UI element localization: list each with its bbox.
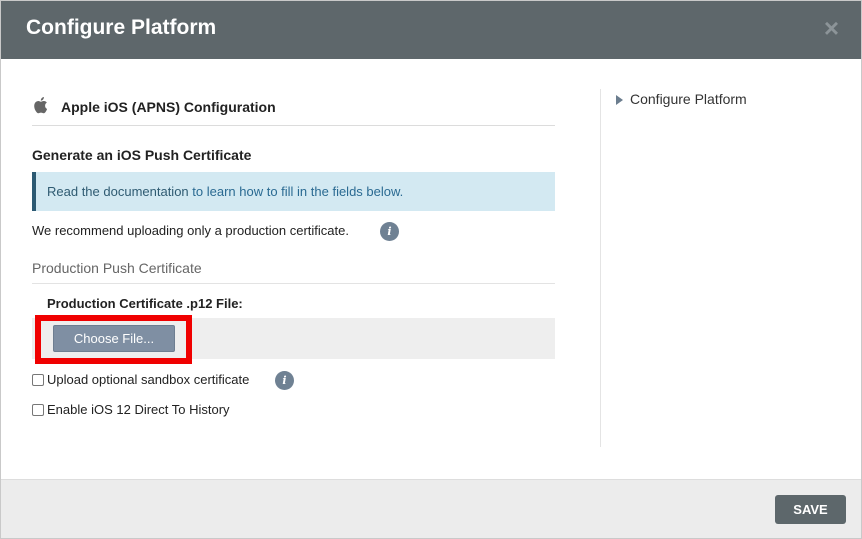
ios12-checkbox[interactable]: [32, 404, 44, 416]
side-nav: Configure Platform: [615, 91, 775, 111]
apple-icon: [34, 97, 48, 114]
production-push-label: Production Push Certificate: [32, 260, 555, 284]
side-nav-label[interactable]: Configure Platform: [630, 91, 747, 107]
sub-heading: Generate an iOS Push Certificate: [32, 147, 252, 163]
dialog-footer: SAVE: [1, 479, 861, 538]
choose-file-button[interactable]: Choose File...: [53, 325, 175, 352]
column-divider: [600, 89, 601, 447]
cert-file-label: Production Certificate .p12 File:: [47, 296, 243, 311]
ios12-checkbox-row[interactable]: Enable iOS 12 Direct To History: [32, 401, 555, 421]
ios12-checkbox-label[interactable]: Enable iOS 12 Direct To History: [47, 402, 230, 417]
configure-platform-dialog: Configure Platform × Apple iOS (APNS) Co…: [0, 0, 862, 539]
section-title: Apple iOS (APNS) Configuration: [61, 99, 276, 115]
sandbox-checkbox-row[interactable]: Upload optional sandbox certificate i: [32, 371, 555, 391]
sandbox-checkbox-label[interactable]: Upload optional sandbox certificate: [47, 372, 249, 387]
dialog-header: Configure Platform ×: [1, 1, 861, 59]
dialog-title: Configure Platform: [26, 16, 217, 39]
recommend-row: We recommend uploading only a production…: [32, 221, 555, 241]
triangle-right-icon: [616, 95, 623, 105]
info-prefix: Read the documentation: [47, 184, 189, 199]
info-icon[interactable]: i: [380, 222, 399, 241]
section-header: Apple iOS (APNS) Configuration: [32, 95, 555, 126]
info-icon[interactable]: i: [275, 371, 294, 390]
documentation-link[interactable]: to learn how to fill in the fields below…: [189, 184, 403, 199]
sandbox-checkbox[interactable]: [32, 374, 44, 386]
side-nav-item-configure-platform[interactable]: Configure Platform: [615, 91, 775, 111]
documentation-info-box: Read the documentation to learn how to f…: [32, 172, 555, 211]
dialog-body: Apple iOS (APNS) Configuration Generate …: [1, 59, 861, 479]
save-button[interactable]: SAVE: [775, 495, 846, 524]
recommend-text: We recommend uploading only a production…: [32, 223, 349, 238]
close-icon[interactable]: ×: [824, 14, 839, 42]
file-upload-row: Choose File...: [32, 315, 555, 364]
